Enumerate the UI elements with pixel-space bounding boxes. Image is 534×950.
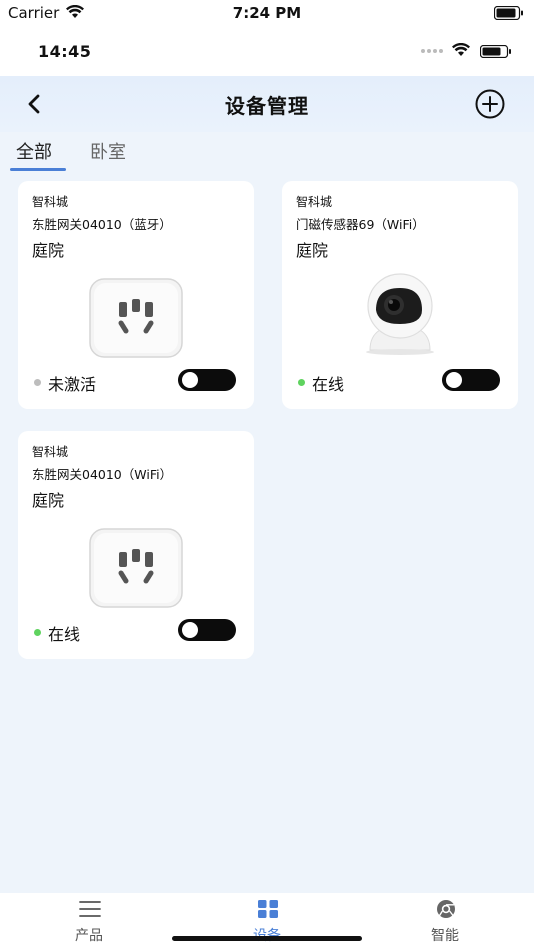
tab-devices[interactable]: 设备 [222,893,312,950]
bottom-tab-bar: 产品 设备 智能 [0,893,534,950]
status-dot [298,379,305,386]
page-title: 设备管理 [225,94,309,118]
navigation-bar: 设备管理 [0,76,534,132]
tab-all[interactable]: 全部 [16,138,52,164]
device-name: 东胜网关04010（WiFi） [32,467,173,482]
device-brand: 智科城 [296,195,333,209]
tab-products[interactable]: 产品 [44,893,134,950]
room-tabs: 全部 卧室 [0,132,534,172]
battery-icon [494,6,523,20]
device-power-toggle[interactable] [178,369,236,391]
system-status-bar: Carrier 7:24 PM [0,0,534,28]
toggle-knob [182,372,198,388]
inner-time: 14:45 [38,42,92,61]
toggle-knob [182,622,198,638]
socket-image [89,278,183,358]
device-brand: 智科城 [32,445,69,459]
device-power-toggle[interactable] [178,619,236,641]
plus-circle-icon[interactable] [474,88,506,120]
signal-dots-icon [421,49,443,53]
socket-image [89,528,183,608]
device-room: 庭院 [32,241,65,260]
device-power-toggle[interactable] [442,369,500,391]
tab-devices-label: 设备 [222,925,312,945]
home-indicator[interactable] [172,936,362,941]
tab-smart[interactable]: 智能 [400,893,490,950]
tab-products-label: 产品 [75,928,103,944]
status-dot [34,379,41,386]
device-brand: 智科城 [32,195,69,209]
device-status: 未激活 [48,375,97,394]
device-name: 东胜网关04010（蓝牙） [32,217,172,232]
tab-indicator [10,168,66,171]
device-card[interactable]: 智科城 东胜网关04010（蓝牙） 庭院 未激活 [18,181,254,409]
tab-bedroom[interactable]: 卧室 [90,138,126,164]
device-room: 庭院 [296,241,329,260]
status-dot [34,629,41,636]
camera-image [366,273,434,355]
wifi-icon [452,43,470,56]
device-card[interactable]: 智科城 东胜网关04010（WiFi） 庭院 在线 [18,431,254,659]
grid-icon [258,900,278,918]
inner-status-bar: 14:45 [0,28,534,76]
system-time: 7:24 PM [232,4,302,22]
device-card[interactable]: 智科城 门磁传感器69（WiFi） 庭院 在线 [282,181,518,409]
battery-icon [480,45,511,58]
toggle-knob [446,372,462,388]
chrome-icon [437,900,455,918]
device-name: 门磁传感器69（WiFi） [296,217,425,232]
list-icon [79,901,101,917]
device-room: 庭院 [32,491,65,510]
tab-smart-label: 智能 [431,928,459,944]
device-status: 在线 [312,375,345,394]
device-status: 在线 [48,625,81,644]
